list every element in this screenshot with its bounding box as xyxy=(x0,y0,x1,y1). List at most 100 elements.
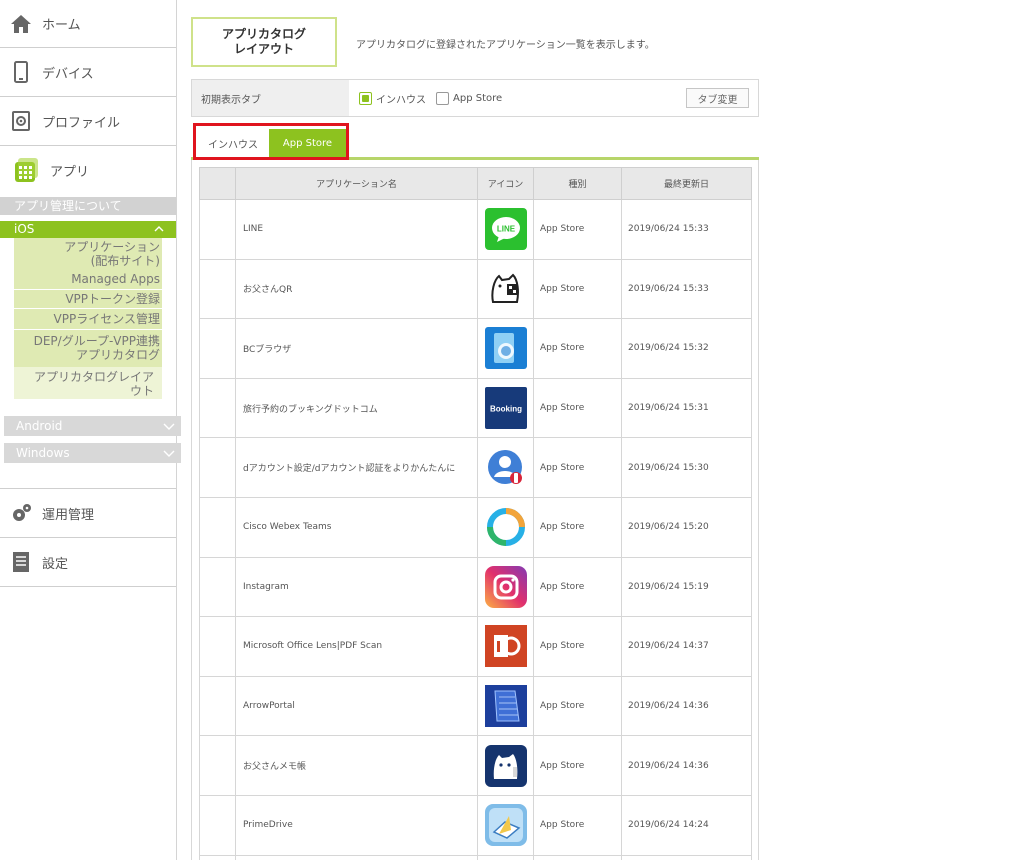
table-row[interactable]: Microsoft Office Lens|PDF Scan App Store 2… xyxy=(199,616,752,677)
app-type-cell: App Store xyxy=(533,556,622,618)
col-type[interactable]: 種別 xyxy=(533,167,622,200)
nav-profiles[interactable]: プロファイル xyxy=(0,97,176,146)
row-select-cell[interactable] xyxy=(199,199,236,260)
app-icon-cell: Booking xyxy=(477,377,534,439)
app-name-cell: お父さんQR xyxy=(235,258,478,320)
sidebar-android-header[interactable]: Android xyxy=(4,416,181,436)
document-list-icon xyxy=(10,551,32,573)
sidebar-windows-header[interactable]: Windows xyxy=(4,443,181,463)
app-icon-cell xyxy=(477,854,534,860)
table-row[interactable]: 旅行予約のブッキングドットコム Booking App Store 2019/06/2… xyxy=(199,377,752,439)
app-type-cell: App Store xyxy=(533,377,622,439)
nav-devices[interactable]: デバイス xyxy=(0,48,176,97)
gears-icon xyxy=(10,502,32,524)
app-updated-cell: 2019/06/24 14:24 xyxy=(621,794,752,856)
col-app-name[interactable]: アプリケーション名 xyxy=(235,167,478,200)
col-updated[interactable]: 最終更新日 xyxy=(621,167,752,200)
sidebar-item-vpp-token[interactable]: VPPトークン登録 xyxy=(14,290,162,308)
app-updated-cell: 2019/06/24 15:30 xyxy=(621,437,752,498)
page-title: アプリカタログ レイアウト xyxy=(191,17,337,67)
tabs-highlight-frame xyxy=(193,123,349,160)
option-appstore[interactable]: App Store xyxy=(436,91,502,105)
chevron-down-icon xyxy=(163,443,175,463)
app-name-cell: ArrowPortal xyxy=(235,675,478,737)
nav-home[interactable]: ホーム xyxy=(0,0,176,48)
tab-change-button[interactable]: タブ変更 xyxy=(686,88,749,108)
app-name-cell: Instagram xyxy=(235,556,478,618)
office-lens-icon xyxy=(484,625,527,668)
table-row[interactable]: ArrowPortal App Store 2019/06/24 14:36 xyxy=(199,675,752,737)
sidebar-item-label: VPPライセンス管理 xyxy=(53,312,160,326)
nav-apps[interactable]: アプリ xyxy=(0,146,176,194)
option-inhouse-label: インハウス xyxy=(376,94,426,106)
row-select-cell[interactable] xyxy=(199,318,236,379)
row-select-cell[interactable] xyxy=(199,258,236,320)
nav-devices-label: デバイス xyxy=(42,66,94,82)
sidebar-item-about-apps[interactable]: アプリ管理について xyxy=(0,197,176,215)
app-updated-cell: 2019/06/24 14:37 xyxy=(621,616,752,677)
row-select-cell[interactable] xyxy=(199,556,236,618)
app-table-container: アプリケーション名 アイコン 種別 最終更新日 LINE LINE App Stor… xyxy=(191,160,759,860)
default-tab-options: インハウス App Store タブ変更 xyxy=(349,80,758,116)
table-row[interactable]: LINE LINE App Store 2019/06/24 15:33 xyxy=(199,199,752,260)
app-name-cell: PrimeDrive xyxy=(235,794,478,856)
arrowportal-icon xyxy=(484,685,527,728)
sidebar-item-app-distribution[interactable]: アプリケーション (配布サイト) xyxy=(14,238,162,269)
table-row[interactable]: BCブラウザ App Store 2019/06/24 15:32 xyxy=(199,318,752,379)
row-select-cell[interactable] xyxy=(199,735,236,796)
app-icon-cell xyxy=(477,794,534,856)
default-tab-label: 初期表示タブ xyxy=(192,80,349,116)
otosan-memo-icon xyxy=(484,744,527,787)
app-name-cell xyxy=(235,854,478,860)
app-updated-cell: 2019/06/24 15:31 xyxy=(621,377,752,439)
row-select-cell[interactable] xyxy=(199,616,236,677)
row-select-cell[interactable] xyxy=(199,794,236,856)
radio-appstore[interactable] xyxy=(436,91,449,105)
radio-inhouse[interactable] xyxy=(359,91,372,105)
app-type-cell: App Store xyxy=(533,616,622,677)
sidebar-item-managed-apps[interactable]: Managed Apps xyxy=(14,269,162,289)
app-icon-cell: LINE xyxy=(477,199,534,260)
app-name-cell: dアカウント設定/dアカウント認証をよりかんたんに xyxy=(235,437,478,498)
table-row[interactable]: Instagram App Store 2019/06/24 15:19 xyxy=(199,556,752,618)
sidebar-ios-header[interactable]: iOS xyxy=(0,221,176,238)
table-row[interactable]: お父さんQR App Store 2019/06/24 15:33 xyxy=(199,258,752,320)
table-row[interactable]: dアカウント設定/dアカウント認証をよりかんたんに App Store 2019/0… xyxy=(199,437,752,498)
table-row[interactable]: お父さんメモ帳 App Store 2019/06/24 14:36 xyxy=(199,735,752,796)
option-inhouse[interactable]: インハウス xyxy=(359,91,426,106)
row-select-cell[interactable] xyxy=(199,854,236,860)
svg-text:LINE: LINE xyxy=(496,225,515,234)
booking-icon: Booking xyxy=(484,387,527,430)
row-select-cell[interactable] xyxy=(199,496,236,558)
app-icon-cell xyxy=(477,556,534,618)
table-row[interactable]: PrimeDrive App Store 2019/06/24 14:24 xyxy=(199,794,752,856)
row-select-cell[interactable] xyxy=(199,675,236,737)
line-icon: LINE xyxy=(484,208,527,251)
sidebar-item-catalog-layout[interactable]: アプリカタログレイア ウト xyxy=(14,367,162,399)
sidebar-item-vpp-license[interactable]: VPPライセンス管理 xyxy=(14,309,162,329)
nav-settings[interactable]: 設定 xyxy=(0,538,176,587)
nav-operations[interactable]: 運用管理 xyxy=(0,489,176,538)
app-icon-cell xyxy=(477,675,534,737)
app-name-cell: 旅行予約のブッキングドットコム xyxy=(235,377,478,439)
primedrive-icon xyxy=(484,804,527,847)
nav-profiles-label: プロファイル xyxy=(42,115,121,131)
app-icon-cell xyxy=(477,318,534,379)
app-name-cell: LINE xyxy=(235,199,478,260)
table-row[interactable] xyxy=(199,854,752,860)
app-updated-cell: 2019/06/24 15:19 xyxy=(621,556,752,618)
app-icon-cell xyxy=(477,496,534,558)
app-updated-cell: 2019/06/24 15:33 xyxy=(621,258,752,320)
sidebar-item-label: VPPトークン登録 xyxy=(65,292,160,306)
sidebar-item-dep-group[interactable]: DEP/グループ-VPP連携 アプリカタログ xyxy=(14,330,162,367)
table-row[interactable]: Cisco Webex Teams App Store 2019/06/24 15:… xyxy=(199,496,752,558)
app-updated-cell xyxy=(621,854,752,860)
row-select-cell[interactable] xyxy=(199,377,236,439)
row-select-cell[interactable] xyxy=(199,437,236,498)
app-updated-cell: 2019/06/24 14:36 xyxy=(621,675,752,737)
app-type-cell: App Store xyxy=(533,437,622,498)
app-updated-cell: 2019/06/24 15:33 xyxy=(621,199,752,260)
sidebar-bottom-nav: 運用管理 設定 xyxy=(0,488,176,587)
app-name-cell: Cisco Webex Teams xyxy=(235,496,478,558)
app-name-cell: お父さんメモ帳 xyxy=(235,735,478,796)
